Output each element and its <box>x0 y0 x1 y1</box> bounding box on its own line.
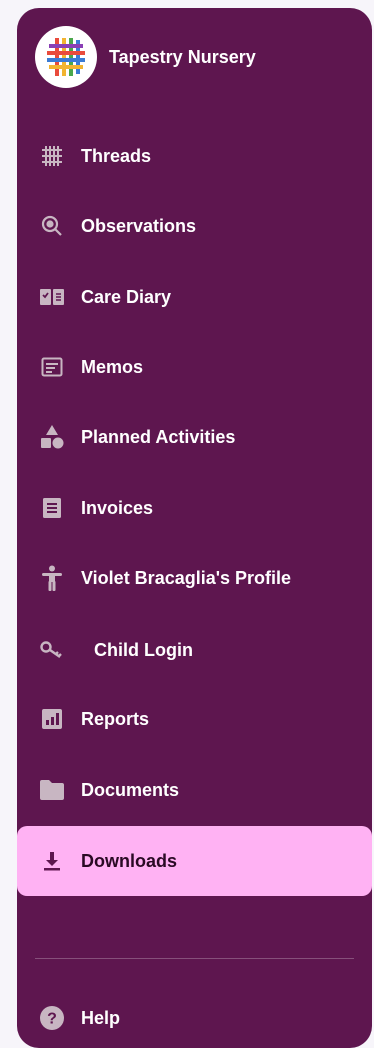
chart-icon <box>39 706 65 732</box>
nav-item-reports[interactable]: Reports <box>17 684 372 754</box>
nav-item-label: Planned Activities <box>81 426 236 447</box>
nav-item-care-diary[interactable]: Care Diary <box>17 262 372 332</box>
nav-item-threads[interactable]: Threads <box>17 121 372 191</box>
key-icon <box>39 637 65 663</box>
nav-item-label: Care Diary <box>81 286 172 307</box>
nav-item-label: Threads <box>81 145 152 166</box>
brand-name: Tapestry Nursery <box>109 46 256 67</box>
nav-item-label: Violet Bracaglia's Profile <box>81 567 292 588</box>
nav-item-label: Documents <box>81 779 180 800</box>
nav-item-observations[interactable]: Observations <box>17 191 372 261</box>
nav-item-label: Help <box>81 1007 121 1028</box>
divider <box>35 958 354 959</box>
memo-icon <box>39 354 65 380</box>
nav-item-label: Child Login <box>94 639 193 660</box>
sidebar: Tapestry Nursery Threads Observations Ca… <box>17 8 372 1048</box>
svg-text:?: ? <box>47 1011 57 1028</box>
tapestry-logo-icon <box>35 26 97 88</box>
help-circle-icon: ? <box>39 1005 65 1031</box>
nav-item-label: Memos <box>81 356 144 377</box>
nav-item-memos[interactable]: Memos <box>17 332 372 402</box>
nav-item-label: Reports <box>81 708 150 729</box>
nav-item-downloads[interactable]: Downloads <box>17 826 372 896</box>
folder-icon <box>39 777 65 803</box>
nav-item-profile[interactable]: Violet Bracaglia's Profile <box>17 543 372 613</box>
nav-item-label: Downloads <box>81 850 178 871</box>
nav-item-planned-activities[interactable]: Planned Activities <box>17 402 372 472</box>
nav-item-child-login[interactable]: Child Login <box>17 615 372 685</box>
person-icon <box>39 565 65 591</box>
download-icon <box>39 848 65 874</box>
grid-hash-icon <box>39 143 65 169</box>
magnifier-eye-icon <box>39 213 65 239</box>
nav-item-help[interactable]: ? Help <box>17 983 372 1048</box>
nav-item-label: Invoices <box>81 497 154 518</box>
shapes-icon <box>39 424 65 450</box>
nav-item-invoices[interactable]: Invoices <box>17 473 372 543</box>
nav-item-documents[interactable]: Documents <box>17 755 372 825</box>
document-icon <box>39 495 65 521</box>
nav-item-label: Observations <box>81 215 197 236</box>
open-book-icon <box>39 284 65 310</box>
brand[interactable]: Tapestry Nursery <box>35 26 256 88</box>
